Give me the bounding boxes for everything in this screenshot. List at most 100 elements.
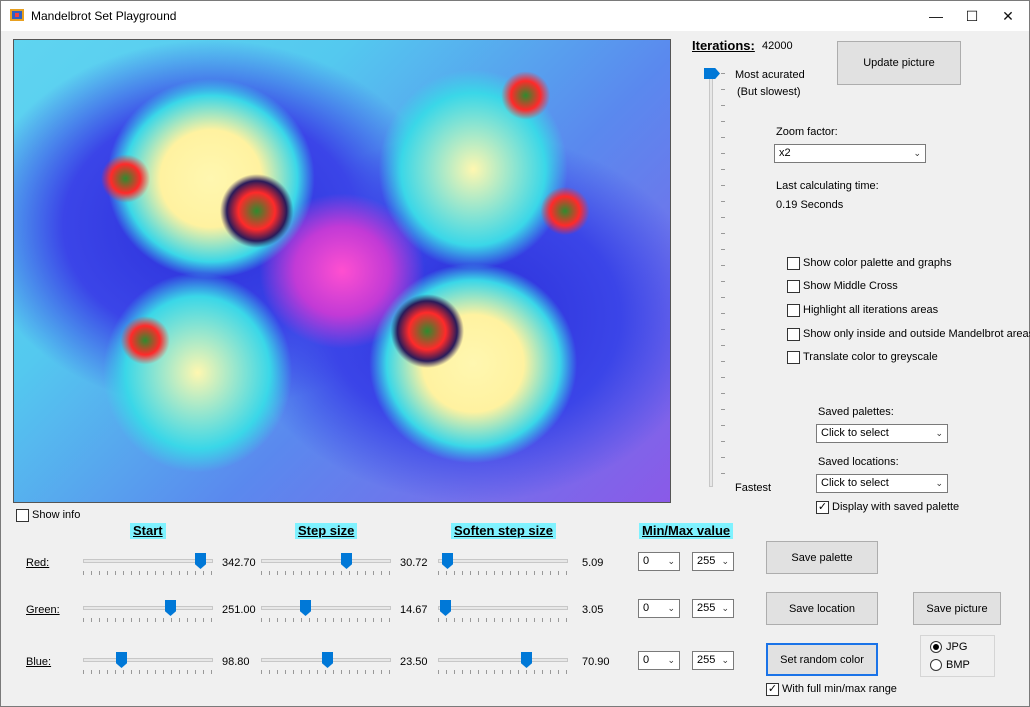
show-info-checkbox[interactable] xyxy=(16,509,29,522)
blue-soften-slider-thumb[interactable] xyxy=(521,652,532,668)
green-soften-slider-thumb[interactable] xyxy=(440,600,451,616)
green-step-slider-thumb[interactable] xyxy=(300,600,311,616)
option-checkbox[interactable] xyxy=(787,351,800,364)
chevron-down-icon: ⌄ xyxy=(667,603,675,613)
green-soften-value: 3.05 xyxy=(582,604,604,616)
jpg-radio[interactable] xyxy=(930,641,942,653)
app-window: Mandelbrot Set Playground — ☐ ✕ Show inf… xyxy=(0,0,1030,707)
blue-soften-slider-track[interactable] xyxy=(438,658,568,662)
red-step-slider-thumb[interactable] xyxy=(341,553,352,569)
green-min-value: 0 xyxy=(643,602,650,614)
iterations-slider-track[interactable] xyxy=(709,73,713,487)
mandelbrot-image[interactable] xyxy=(13,39,671,503)
blue-start-slider-ticks xyxy=(83,670,213,674)
iterations-slider-thumb[interactable] xyxy=(704,68,720,79)
show-info-label: Show info xyxy=(32,509,81,521)
chevron-down-icon: ⌄ xyxy=(913,148,921,158)
blue-start-slider-track[interactable] xyxy=(83,658,213,662)
chevron-down-icon: ⌄ xyxy=(667,655,675,665)
blue-step-slider-thumb[interactable] xyxy=(322,652,333,668)
saved-palettes-select[interactable]: Click to select ⌄ xyxy=(816,424,948,443)
red-step-slider-track[interactable] xyxy=(261,559,391,563)
red-start-slider-track[interactable] xyxy=(83,559,213,563)
checkmark-icon: ✓ xyxy=(767,683,778,695)
green-start-slider-thumb[interactable] xyxy=(165,600,176,616)
green-min-select[interactable]: 0 ⌄ xyxy=(638,599,680,618)
green-step-value: 14.67 xyxy=(400,604,428,616)
close-icon: ✕ xyxy=(1002,7,1014,24)
saved-palettes-label: Saved palettes: xyxy=(818,406,894,418)
green-step-slider-track[interactable] xyxy=(261,606,391,610)
blue-start-slider-thumb[interactable] xyxy=(116,652,127,668)
fastest-label: Fastest xyxy=(735,482,772,494)
iterations-slider-ticks xyxy=(721,73,725,487)
chevron-down-icon: ⌄ xyxy=(721,655,729,665)
close-button[interactable]: ✕ xyxy=(985,1,1030,31)
option-checkbox[interactable] xyxy=(787,304,800,317)
saved-locations-value: Click to select xyxy=(821,477,889,489)
green-max-select[interactable]: 255 ⌄ xyxy=(692,599,734,618)
app-icon xyxy=(10,9,24,21)
red-start-value: 342.70 xyxy=(222,557,256,569)
green-max-value: 255 xyxy=(697,602,716,614)
chevron-down-icon: ⌄ xyxy=(935,428,943,438)
set-random-color-button[interactable]: Set random color xyxy=(766,643,878,676)
green-step-slider-ticks xyxy=(261,618,391,622)
blue-soften-slider-ticks xyxy=(438,670,568,674)
option-checkbox[interactable] xyxy=(787,280,800,293)
zoom-factor-label: Zoom factor: xyxy=(776,126,838,138)
blue-step-slider-ticks xyxy=(261,670,391,674)
calc-time-label: Last calculating time: xyxy=(776,180,879,192)
saved-locations-select[interactable]: Click to select ⌄ xyxy=(816,474,948,493)
header-min-max: Min/Max value xyxy=(639,523,734,539)
calc-time-value: 0.19 Seconds xyxy=(776,199,844,211)
option-label: Translate color to greyscale xyxy=(803,351,938,363)
iterations-value: 42000 xyxy=(762,40,793,52)
red-row-label: Red: xyxy=(26,557,50,569)
jpg-label: JPG xyxy=(946,641,968,653)
chevron-down-icon: ⌄ xyxy=(935,478,943,488)
red-max-select[interactable]: 255 ⌄ xyxy=(692,552,734,571)
green-soften-slider-ticks xyxy=(438,618,568,622)
green-start-value: 251.00 xyxy=(222,604,256,616)
window-title: Mandelbrot Set Playground xyxy=(31,9,177,23)
display-saved-palette-label: Display with saved palette xyxy=(832,501,960,513)
blue-row-label: Blue: xyxy=(26,656,52,668)
save-location-button[interactable]: Save location xyxy=(766,592,878,625)
red-step-slider-ticks xyxy=(261,571,391,575)
red-soften-value: 5.09 xyxy=(582,557,604,569)
red-soften-slider-track[interactable] xyxy=(438,559,568,563)
option-checkbox[interactable] xyxy=(787,257,800,270)
update-picture-button[interactable]: Update picture xyxy=(837,41,961,85)
blue-min-value: 0 xyxy=(643,654,650,666)
option-label: Show only inside and outside Mandelbrot … xyxy=(803,328,1030,340)
minimize-icon: — xyxy=(929,8,943,24)
option-label: Highlight all iterations areas xyxy=(803,304,939,316)
maximize-icon: ☐ xyxy=(965,7,979,24)
blue-soften-value: 70.90 xyxy=(582,656,610,668)
blue-start-value: 98.80 xyxy=(222,656,250,668)
red-step-value: 30.72 xyxy=(400,557,428,569)
blue-max-select[interactable]: 255 ⌄ xyxy=(692,651,734,670)
red-min-select[interactable]: 0 ⌄ xyxy=(638,552,680,571)
full-range-checkbox[interactable]: ✓ xyxy=(766,683,779,696)
zoom-factor-select[interactable]: x2 ⌄ xyxy=(774,144,926,163)
header-start: Start xyxy=(130,523,166,539)
blue-step-value: 23.50 xyxy=(400,656,428,668)
red-max-value: 255 xyxy=(697,555,716,567)
green-start-slider-track[interactable] xyxy=(83,606,213,610)
header-soften-step-size: Soften step size xyxy=(451,523,556,539)
save-palette-button[interactable]: Save palette xyxy=(766,541,878,574)
display-saved-palette-checkbox[interactable]: ✓ xyxy=(816,501,829,514)
green-soften-slider-track[interactable] xyxy=(438,606,568,610)
most-accurate-label: Most acurated xyxy=(735,69,805,81)
blue-min-select[interactable]: 0 ⌄ xyxy=(638,651,680,670)
red-start-slider-thumb[interactable] xyxy=(195,553,206,569)
bmp-radio[interactable] xyxy=(930,659,942,671)
red-start-slider-ticks xyxy=(83,571,213,575)
red-soften-slider-thumb[interactable] xyxy=(442,553,453,569)
option-checkbox[interactable] xyxy=(787,328,800,341)
checkmark-icon: ✓ xyxy=(817,501,828,513)
saved-locations-label: Saved locations: xyxy=(818,456,899,468)
save-picture-button[interactable]: Save picture xyxy=(913,592,1001,625)
